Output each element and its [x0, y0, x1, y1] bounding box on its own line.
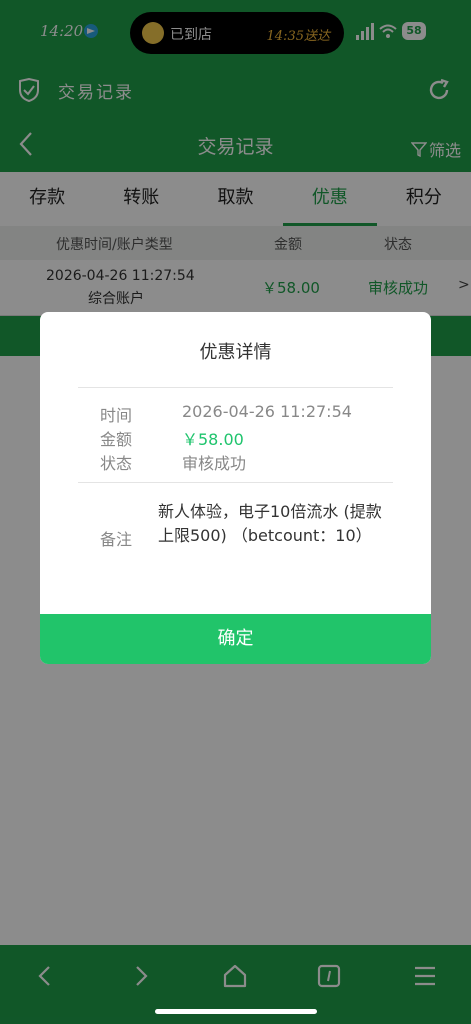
- note-value: 新人体验，电子10倍流水 (提款上限500) （betcount：10）: [158, 502, 382, 545]
- promotion-detail-dialog: 优惠详情 时间 2026-04-26 11:27:54 金额 ￥58.00 状态…: [40, 312, 431, 664]
- modal-divider: [78, 387, 393, 388]
- confirm-button[interactable]: 确定: [40, 614, 431, 664]
- amount-value: ￥58.00: [182, 430, 244, 449]
- amount-label: 金额: [100, 430, 133, 449]
- modal-title: 优惠详情: [199, 342, 272, 363]
- status-value: 审核成功: [182, 454, 247, 473]
- modal-divider: [78, 482, 393, 483]
- note-label: 备注: [100, 530, 133, 549]
- status-label: 状态: [100, 454, 133, 473]
- home-indicator[interactable]: [155, 1009, 317, 1014]
- time-value: 2026-04-26 11:27:54: [182, 402, 352, 421]
- time-label: 时间: [100, 406, 133, 425]
